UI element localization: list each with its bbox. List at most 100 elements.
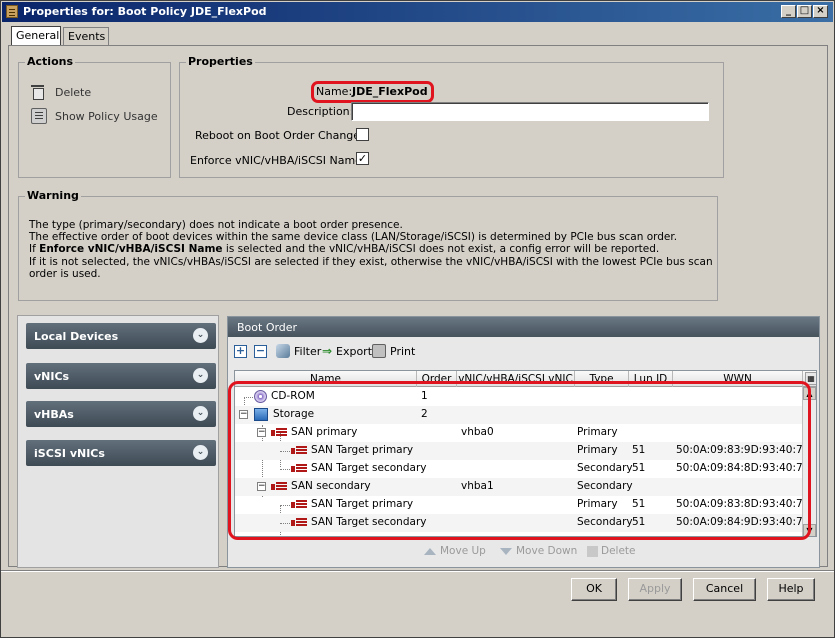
table-row[interactable]: SAN Target secondary Secondary 51 50:0A:… — [235, 460, 809, 478]
boot-order-title: Boot Order — [237, 321, 298, 334]
arrow-down-icon — [500, 548, 512, 555]
row-lun-id: 51 — [632, 516, 646, 528]
description-label: Description: — [287, 105, 354, 118]
row-lun-id: 51 — [632, 462, 646, 474]
apply-button[interactable]: Apply — [628, 578, 682, 601]
ok-button[interactable]: OK — [571, 578, 617, 601]
chevron-down-icon: ⌄ — [193, 406, 208, 421]
column-chooser-icon[interactable]: ▦ — [805, 372, 816, 385]
reboot-label: Reboot on Boot Order Change: — [195, 129, 364, 142]
chevron-down-icon: ⌄ — [193, 445, 208, 460]
minimize-button[interactable]: _ — [781, 5, 796, 18]
column-wwn[interactable]: WWN — [673, 371, 803, 387]
row-name: CD-ROM — [271, 390, 315, 402]
column-order[interactable]: Order — [417, 371, 457, 387]
warning-line-4: If it is not selected, the vNICs/vHBAs/i… — [29, 255, 713, 268]
column-lun-id[interactable]: Lun ID — [629, 371, 673, 387]
collapse-all-button[interactable]: − — [254, 345, 267, 358]
row-type: Primary — [577, 498, 618, 510]
tree-guide — [280, 451, 290, 452]
cancel-button[interactable]: Cancel — [693, 578, 756, 601]
tree-guide — [280, 469, 290, 470]
collapse-icon[interactable]: − — [257, 428, 266, 437]
table-vertical-scrollbar[interactable]: ▲ ▼ — [802, 387, 816, 536]
reboot-checkbox[interactable] — [356, 128, 369, 141]
actions-group: Actions Delete Show Policy Usage — [18, 55, 171, 178]
san-target-icon — [291, 445, 307, 457]
move-down-button[interactable]: Move Down — [516, 545, 577, 557]
row-lun-id: 51 — [632, 444, 646, 456]
accordion-iscsi-vnics[interactable]: iSCSI vNICs ⌄ — [26, 440, 216, 466]
description-input[interactable] — [351, 102, 709, 121]
row-order: 2 — [421, 408, 428, 420]
column-vnic[interactable]: vNIC/vHBA/iSCSI vNIC — [457, 371, 575, 387]
row-wwn: 50:0A:09:84:8D:93:40:7F — [676, 462, 809, 474]
row-name: Storage — [273, 408, 315, 420]
tab-general[interactable]: General — [11, 26, 61, 46]
device-accordion: Local Devices ⌄ vNICs ⌄ vHBAs ⌄ iSCSI vN… — [17, 315, 219, 568]
vnics-label: vNICs — [34, 370, 70, 383]
table-row[interactable]: − SAN primary vhba0 Primary — [235, 424, 803, 442]
accordion-local-devices[interactable]: Local Devices ⌄ — [26, 323, 216, 349]
maximize-button[interactable]: □ — [797, 5, 812, 18]
table-row[interactable]: SAN Target primary Primary 51 50:0A:09:8… — [235, 496, 809, 514]
footer-separator — [1, 570, 834, 572]
export-button[interactable]: Export — [336, 345, 372, 358]
filter-button[interactable]: Filter — [294, 345, 321, 358]
accordion-vhbas[interactable]: vHBAs ⌄ — [26, 401, 216, 427]
enforce-checkbox[interactable]: ✓ — [356, 152, 369, 165]
row-lun-id: 51 — [632, 498, 646, 510]
policy-usage-icon — [31, 108, 47, 124]
row-name: SAN Target primary — [311, 444, 414, 456]
row-type: Primary — [577, 444, 618, 456]
warning-emphasis: Enforce vNIC/vHBA/iSCSI Name — [39, 243, 223, 256]
warning-line-5: order is used. — [29, 267, 101, 280]
cd-rom-icon — [254, 390, 267, 403]
show-policy-usage-label: Show Policy Usage — [55, 110, 158, 123]
close-button[interactable]: × — [813, 5, 828, 18]
column-name[interactable]: Name — [235, 371, 417, 387]
row-wwn: 50:0A:09:83:9D:93:40:7F — [676, 444, 809, 456]
table-row[interactable]: CD-ROM 1 — [235, 388, 803, 406]
name-highlight — [311, 81, 434, 103]
policy-app-icon — [6, 5, 18, 18]
filter-icon[interactable] — [276, 344, 290, 358]
warning-line-1: The type (primary/secondary) does not in… — [29, 219, 403, 231]
column-type[interactable]: Type — [575, 371, 629, 387]
help-button[interactable]: Help — [767, 578, 815, 601]
delete-boot-item-button[interactable]: Delete — [601, 545, 636, 557]
boot-order-header: Boot Order — [228, 317, 819, 337]
move-up-button[interactable]: Move Up — [440, 545, 486, 557]
print-button[interactable]: Print — [390, 345, 415, 358]
enforce-label: Enforce vNIC/vHBA/iSCSI Name: — [190, 154, 366, 167]
boot-order-table: Name Order vNIC/vHBA/iSCSI vNIC Type Lun… — [234, 370, 817, 537]
row-name: SAN primary — [291, 426, 358, 438]
row-name: SAN Target primary — [311, 498, 414, 510]
tree-guide — [280, 505, 290, 506]
tab-events[interactable]: Events — [63, 27, 109, 46]
collapse-icon[interactable]: − — [257, 482, 266, 491]
trash-icon — [587, 546, 598, 557]
delete-label: Delete — [55, 86, 92, 99]
table-row[interactable]: − SAN secondary vhba1 Secondary — [235, 478, 803, 496]
accordion-vnics[interactable]: vNICs ⌄ — [26, 363, 216, 389]
table-row[interactable]: − Storage 2 — [235, 406, 803, 424]
warning-text: The type (primary/secondary) does not in… — [29, 219, 799, 280]
export-icon[interactable]: ⇒ — [322, 344, 336, 358]
warning-line-3: If Enforce vNIC/vHBA/iSCSI Name is selec… — [29, 243, 660, 256]
print-icon[interactable] — [372, 344, 386, 358]
collapse-icon[interactable]: − — [239, 410, 248, 419]
row-order: 1 — [421, 390, 428, 402]
tree-guide — [280, 523, 290, 524]
expand-all-button[interactable]: + — [234, 345, 247, 358]
scroll-down-arrow[interactable]: ▼ — [803, 524, 816, 536]
san-icon — [271, 427, 287, 439]
row-type: Primary — [577, 426, 618, 438]
title-bar: Properties for: Boot Policy JDE_FlexPod … — [2, 2, 833, 22]
iscsi-vnics-label: iSCSI vNICs — [34, 447, 105, 460]
row-vnic: vhba1 — [461, 480, 494, 492]
scroll-up-arrow[interactable]: ▲ — [803, 387, 816, 400]
general-tab-content: Actions Delete Show Policy Usage Propert… — [8, 45, 828, 568]
table-row[interactable]: SAN Target secondary Secondary 51 50:0A:… — [235, 514, 809, 532]
table-row[interactable]: SAN Target primary Primary 51 50:0A:09:8… — [235, 442, 809, 460]
